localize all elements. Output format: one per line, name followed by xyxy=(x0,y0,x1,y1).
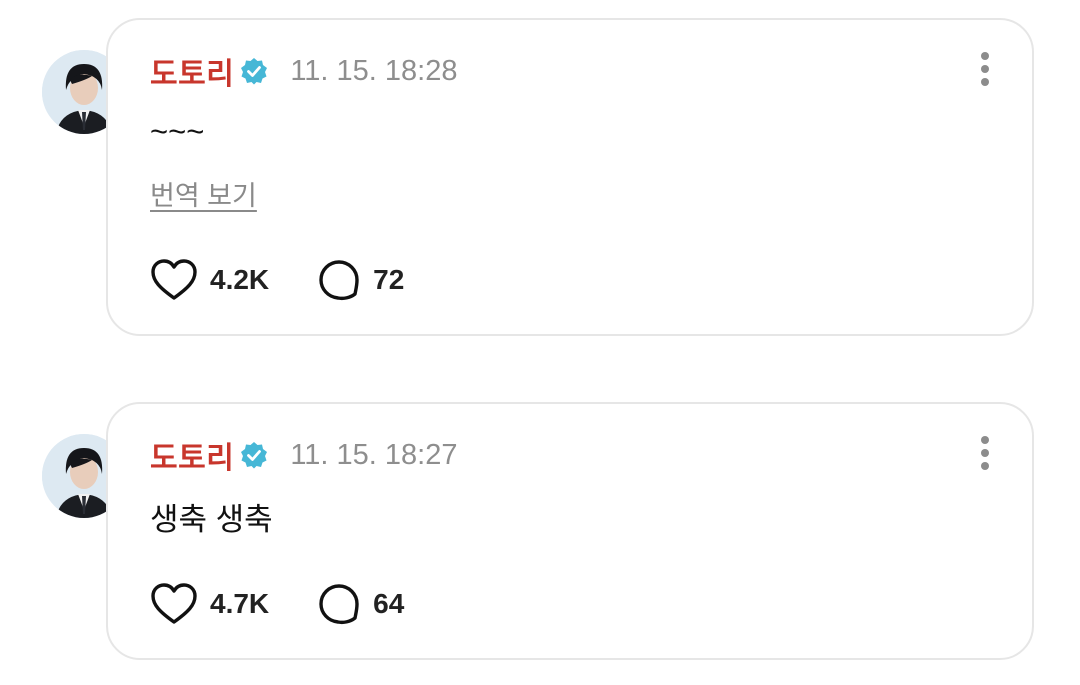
post-timestamp: 11. 15. 18:28 xyxy=(290,54,458,87)
more-vertical-icon[interactable] xyxy=(978,436,992,476)
verified-badge-icon xyxy=(240,441,268,469)
post-actions: 4.2K 72 xyxy=(150,256,404,304)
comment-count: 64 xyxy=(373,588,405,619)
verified-badge-icon xyxy=(240,57,268,85)
post-text: ~~~ xyxy=(150,114,205,149)
post-actions: 4.7K 64 xyxy=(150,580,404,628)
like-button[interactable]: 4.2K xyxy=(150,258,269,302)
post-item: 도토리 11. 15. 18:28 ~~~ 번역 보기 4.2K 72 xyxy=(0,0,1080,340)
author-name[interactable]: 도토리 xyxy=(150,433,234,477)
like-button[interactable]: 4.7K xyxy=(150,582,269,626)
post-header: 도토리 11. 15. 18:27 xyxy=(150,438,458,476)
comment-button[interactable]: 64 xyxy=(317,582,404,626)
post-text: 생축 생축 xyxy=(150,502,273,537)
author-name[interactable]: 도토리 xyxy=(150,49,234,93)
post-item: 도토리 11. 15. 18:27 생축 생축 4.7K 64 xyxy=(0,400,1080,670)
speech-bubble-icon xyxy=(317,582,361,626)
like-count: 4.7K xyxy=(210,588,270,619)
comment-button[interactable]: 72 xyxy=(317,258,404,302)
post-timestamp: 11. 15. 18:27 xyxy=(290,438,458,471)
like-count: 4.2K xyxy=(210,264,270,295)
heart-icon xyxy=(150,582,198,626)
speech-bubble-icon xyxy=(317,258,361,302)
heart-icon xyxy=(150,258,198,302)
comment-count: 72 xyxy=(373,264,405,295)
more-vertical-icon[interactable] xyxy=(978,52,992,92)
post-header: 도토리 11. 15. 18:28 xyxy=(150,54,458,92)
translate-link[interactable]: 번역 보기 xyxy=(150,174,257,213)
post-card: 도토리 11. 15. 18:28 ~~~ 번역 보기 4.2K 72 xyxy=(106,18,1034,336)
post-card: 도토리 11. 15. 18:27 생축 생축 4.7K 64 xyxy=(106,402,1034,660)
